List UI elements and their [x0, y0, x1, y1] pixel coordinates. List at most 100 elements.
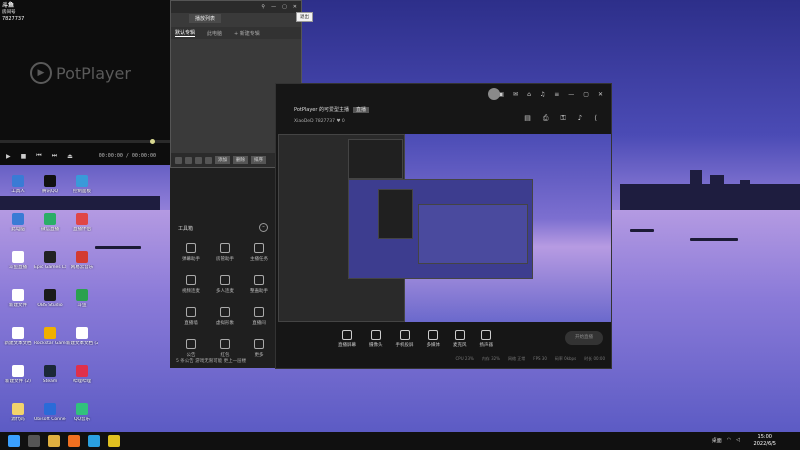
- desktop-icon[interactable]: OBS Studio: [34, 289, 66, 321]
- clock[interactable]: 15:00 2022/6/5: [754, 434, 776, 448]
- remove-icon[interactable]: [185, 156, 192, 164]
- boat: [690, 238, 738, 241]
- maximize-icon[interactable]: ▢: [583, 91, 589, 98]
- desktop-icon[interactable]: 腾讯QQ: [34, 175, 66, 207]
- tab-this-pc[interactable]: 此电脑: [207, 30, 222, 37]
- add-button[interactable]: 添加: [215, 156, 230, 164]
- seek-bar[interactable]: [0, 139, 170, 144]
- desktop-icon[interactable]: 新建文件 (2): [2, 365, 34, 397]
- desktop-icon[interactable]: QQ音乐: [66, 403, 98, 435]
- add-icon[interactable]: [175, 156, 182, 164]
- desktop-icon[interactable]: 工具人: [2, 175, 34, 207]
- desktop-icon[interactable]: 直播伴侣: [66, 213, 98, 245]
- live-source-button[interactable]: 手机投屏: [396, 330, 414, 348]
- print-icon[interactable]: ⎙: [543, 114, 549, 123]
- doc-icon[interactable]: ▤: [524, 114, 531, 123]
- up-icon[interactable]: [195, 156, 202, 164]
- maximize-icon[interactable]: ▢: [282, 4, 287, 10]
- tab-default-album[interactable]: 默认专辑: [175, 29, 196, 37]
- explorer-icon[interactable]: [48, 435, 60, 447]
- lock-icon[interactable]: ⚿: [560, 114, 565, 123]
- live-source-button[interactable]: 摄像头: [369, 330, 383, 348]
- desktop-icon-label: OBS Studio: [37, 303, 63, 308]
- gift-icon[interactable]: ⌂: [527, 91, 531, 98]
- edge-icon[interactable]: [88, 435, 100, 447]
- desktop-icon[interactable]: Ubisoft Connect: [34, 403, 66, 435]
- desktop-icon-label: 新建文件: [9, 303, 27, 308]
- potplayer-taskbar-icon[interactable]: [108, 435, 120, 447]
- app-icon: [44, 289, 56, 301]
- tool-item[interactable]: 主播任务: [242, 243, 276, 267]
- wifi-icon[interactable]: ◠: [727, 437, 731, 444]
- volume-icon[interactable]: ◁: [736, 437, 740, 444]
- tool-item[interactable]: 虚拟形象: [208, 307, 242, 331]
- next-icon[interactable]: ⏭: [52, 152, 57, 160]
- desktop-icon[interactable]: 网易云音乐: [66, 251, 98, 283]
- toolbox-close-icon[interactable]: –: [259, 223, 268, 232]
- seek-knob[interactable]: [150, 139, 155, 144]
- video-window[interactable]: 斗鱼 房间号 7827737 ▶ PotPlayer ▶ ■ ⏮ ⏭ ⏏ 00:…: [0, 0, 170, 165]
- start-live-button[interactable]: 开始直播: [565, 331, 603, 345]
- minimize-icon[interactable]: —: [271, 4, 276, 10]
- menu-icon[interactable]: ≡: [554, 91, 559, 98]
- corner-watermark: 斗鱼 房间号 7827737: [2, 2, 25, 22]
- desktop-icon[interactable]: Epic Games Launcher: [34, 251, 66, 283]
- eject-icon[interactable]: ⏏: [67, 153, 73, 160]
- tool-item[interactable]: 弹幕助手: [174, 243, 208, 267]
- tool-item[interactable]: 整蛊助手: [242, 275, 276, 299]
- notification-icon[interactable]: ♪: [578, 114, 582, 123]
- desktop-icon-label: 腾讯QQ: [41, 189, 59, 194]
- desktop-icon[interactable]: 新建文本文档 (2): [66, 327, 98, 359]
- app-icon[interactable]: [68, 435, 80, 447]
- desktop-icon[interactable]: 微信直播: [34, 213, 66, 245]
- bell-icon[interactable]: ♫: [540, 91, 545, 98]
- live-source-button[interactable]: 直播屏幕: [338, 330, 356, 348]
- stop-icon[interactable]: ■: [21, 153, 27, 160]
- tool-item[interactable]: 视频连麦: [174, 275, 208, 299]
- tab-new-album[interactable]: + 新建专辑: [234, 30, 260, 37]
- share-icon[interactable]: ⟨: [594, 114, 597, 123]
- tool-item[interactable]: 直播间: [242, 307, 276, 331]
- tool-item[interactable]: 直播墙: [174, 307, 208, 331]
- app-icon: [12, 213, 24, 225]
- live-source-button[interactable]: 麦克风: [453, 330, 467, 348]
- desktop-icon[interactable]: 此电脑: [2, 213, 34, 245]
- close-icon[interactable]: ✕: [598, 91, 603, 98]
- prev-icon[interactable]: ⏮: [36, 152, 41, 160]
- desktop-icon-label: Ubisoft Connect: [34, 417, 66, 422]
- desktop-icon[interactable]: 新建文件: [2, 289, 34, 321]
- desktop-icon[interactable]: Rockstar Games: [34, 327, 66, 359]
- mail-icon[interactable]: ✉: [513, 91, 518, 98]
- desktop-icon[interactable]: 新建文本文档: [2, 327, 34, 359]
- play-icon[interactable]: ▶: [6, 153, 11, 160]
- room-title: PotPlayer 的可爱型主播 直播: [294, 106, 370, 113]
- desktop-icon[interactable]: Steam: [34, 365, 66, 397]
- source-icon: [454, 330, 465, 340]
- minimize-icon[interactable]: —: [568, 91, 574, 98]
- live-source-button[interactable]: 扬声器: [480, 330, 493, 348]
- desktop-icon[interactable]: 控制面板: [66, 175, 98, 207]
- status-item: 网络 正常: [507, 356, 526, 361]
- playback-controls: ▶ ■ ⏮ ⏭ ⏏ 00:00:00 / 00:00:00: [0, 148, 170, 164]
- app-icon: [44, 327, 56, 339]
- tool-item[interactable]: 多人连麦: [208, 275, 242, 299]
- desktop-icon[interactable]: 哔哩哔哩: [66, 365, 98, 397]
- windows-start-icon[interactable]: [8, 435, 20, 447]
- tool-item[interactable]: 房管助手: [208, 243, 242, 267]
- desktop-icon[interactable]: 源代码: [2, 403, 34, 435]
- desktop-icon[interactable]: 斗鱼: [66, 289, 98, 321]
- stream-preview[interactable]: [278, 134, 611, 322]
- desktop-icon-label: 新建文本文档 (2): [66, 341, 98, 346]
- pin-icon[interactable]: ⚲: [261, 4, 265, 10]
- tool-icon: [254, 275, 264, 285]
- search-icon[interactable]: [28, 435, 40, 447]
- delete-button[interactable]: 删除: [233, 156, 248, 164]
- down-icon[interactable]: [205, 156, 212, 164]
- avatar[interactable]: [488, 88, 500, 100]
- room-info: XiaoDeD 7827737 ♥ 0: [294, 119, 345, 124]
- tool-label: 虚拟形象: [216, 321, 234, 326]
- live-source-button[interactable]: 多媒体: [427, 330, 440, 348]
- sort-button[interactable]: 排序: [251, 156, 266, 164]
- close-icon[interactable]: ✕: [293, 4, 297, 10]
- desktop-icon[interactable]: 斗鱼直播: [2, 251, 34, 283]
